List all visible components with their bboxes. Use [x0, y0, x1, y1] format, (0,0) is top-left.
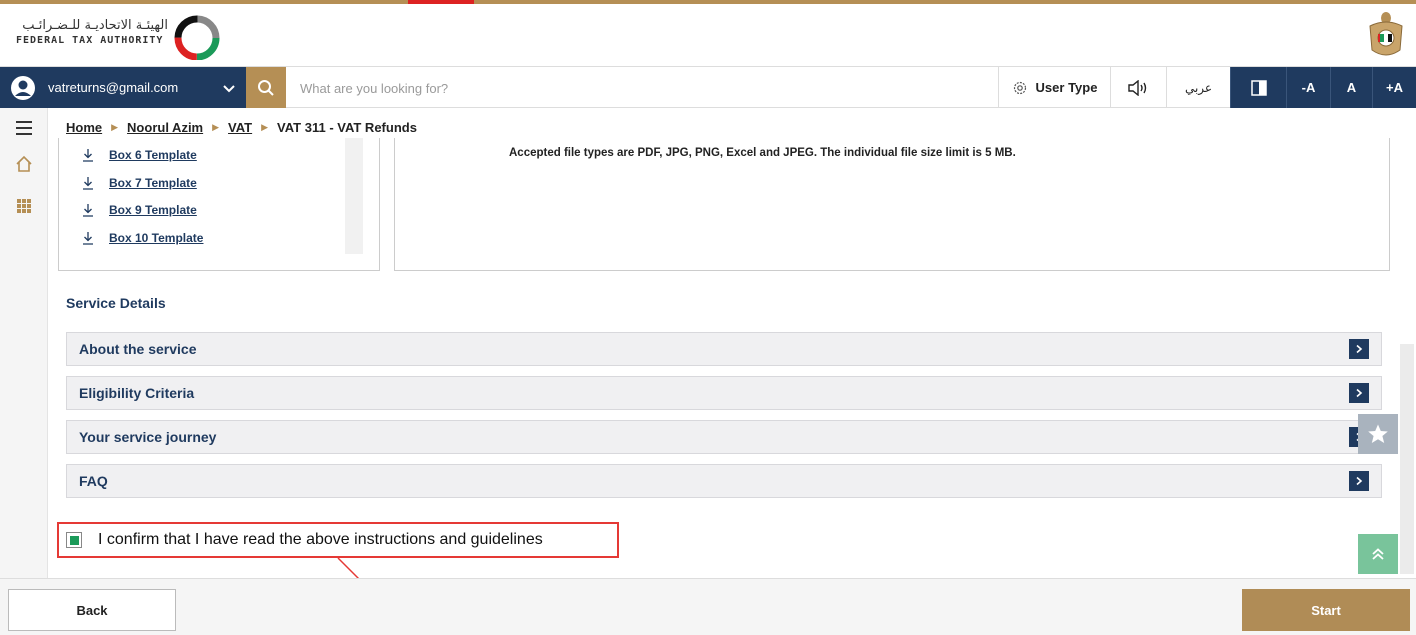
accordion-label: About the service: [79, 341, 197, 357]
template-link[interactable]: Box 6 Template: [109, 148, 197, 162]
font-decrease-button[interactable]: -A: [1286, 67, 1330, 108]
confirm-checkbox[interactable]: [66, 532, 82, 548]
accordion-label: FAQ: [79, 473, 108, 489]
chevron-right-icon[interactable]: [1349, 383, 1369, 403]
apps-grid-icon[interactable]: [14, 196, 34, 216]
hamburger-menu-icon[interactable]: [14, 118, 34, 138]
user-type-label: User Type: [1035, 80, 1098, 95]
speaker-icon: [1127, 79, 1146, 96]
breadcrumb-vat[interactable]: VAT: [228, 120, 252, 135]
font-normal-button[interactable]: A: [1330, 67, 1372, 108]
fta-logo-text[interactable]: الهيئـة الاتحاديـة للـضـرائـب FEDERAL TA…: [16, 18, 168, 48]
template-link[interactable]: Box 9 Template: [109, 203, 197, 217]
uae-emblem-icon: [1369, 12, 1403, 56]
logo-english-text: FEDERAL TAX AUTHORITY: [16, 35, 164, 46]
accordion-service-journey[interactable]: Your service journey: [66, 420, 1382, 454]
template-link[interactable]: Box 10 Template: [109, 231, 203, 245]
accordion-faq[interactable]: FAQ: [66, 464, 1382, 498]
template-item[interactable]: Box 10 Template: [81, 229, 203, 247]
action-footer: Back Start: [0, 578, 1416, 635]
start-button[interactable]: Start: [1242, 589, 1410, 631]
contrast-button[interactable]: [1230, 67, 1286, 108]
accordion-eligibility-criteria[interactable]: Eligibility Criteria: [66, 376, 1382, 410]
chevron-down-icon[interactable]: [222, 81, 236, 95]
page-scrollbar[interactable]: [1400, 108, 1416, 578]
accordion-label: Your service journey: [79, 429, 217, 445]
scroll-to-top-button[interactable]: [1358, 534, 1398, 574]
download-icon: [83, 149, 93, 162]
accepted-file-types-text: Accepted file types are PDF, JPG, PNG, E…: [509, 147, 1016, 159]
template-item[interactable]: Box 7 Template: [81, 174, 197, 192]
template-list-panel: Box 6 Template Box 7 Template Box 9 Temp…: [58, 138, 380, 271]
favorite-button[interactable]: [1358, 414, 1398, 454]
chevron-right-icon[interactable]: [1349, 339, 1369, 359]
download-icon: [83, 177, 93, 190]
accordion-label: Eligibility Criteria: [79, 385, 195, 401]
breadcrumb-separator-icon: ▶: [212, 121, 220, 132]
breadcrumb-home[interactable]: Home: [66, 120, 102, 135]
language-toggle[interactable]: عربي: [1166, 67, 1230, 108]
user-avatar-icon: [11, 75, 35, 100]
template-item[interactable]: Box 9 Template: [81, 201, 197, 219]
download-icon: [83, 204, 93, 217]
double-chevron-up-icon: [1372, 548, 1384, 560]
user-account-menu[interactable]: vatreturns@gmail.com: [0, 67, 246, 108]
breadcrumb-separator-icon: ▶: [261, 121, 269, 132]
star-icon: [1368, 424, 1388, 443]
confirm-label[interactable]: I confirm that I have read the above ins…: [98, 531, 543, 549]
breadcrumb: Home ▶ Noorul Azim ▶ VAT ▶ VAT 311 - VAT…: [66, 118, 417, 136]
accordion-about-service[interactable]: About the service: [66, 332, 1382, 366]
font-increase-button[interactable]: +A: [1372, 67, 1416, 108]
checkbox-checked-mark: [69, 535, 79, 545]
left-sidebar: [0, 108, 48, 578]
template-item[interactable]: Box 6 Template: [81, 146, 197, 164]
page-scrollbar-thumb[interactable]: [1400, 344, 1414, 574]
gear-icon: [1013, 81, 1026, 94]
breadcrumb-current: VAT 311 - VAT Refunds: [277, 119, 417, 135]
home-icon[interactable]: [14, 154, 34, 174]
search-button[interactable]: [246, 67, 286, 108]
fta-logo-icon[interactable]: [172, 12, 222, 60]
breadcrumb-separator-icon: ▶: [111, 121, 119, 132]
file-info-panel: Accepted file types are PDF, JPG, PNG, E…: [394, 138, 1390, 271]
breadcrumb-user[interactable]: Noorul Azim: [127, 120, 203, 135]
template-link[interactable]: Box 7 Template: [109, 176, 197, 190]
confirm-guidelines-row: I confirm that I have read the above ins…: [57, 522, 619, 558]
top-navbar: vatreturns@gmail.com User Type عربي -A A: [0, 66, 1416, 108]
search-icon: [258, 79, 274, 96]
contrast-icon: [1250, 79, 1267, 96]
template-list-scrollbar[interactable]: [345, 138, 363, 254]
text-to-speech-button[interactable]: [1110, 67, 1166, 108]
service-details-heading: Service Details: [66, 295, 166, 311]
chevron-right-icon[interactable]: [1349, 471, 1369, 491]
download-icon: [83, 232, 93, 245]
search-input[interactable]: [300, 75, 980, 101]
user-email: vatreturns@gmail.com: [48, 80, 179, 95]
logo-arabic-text: الهيئـة الاتحاديـة للـضـرائـب: [22, 18, 168, 33]
user-type-button[interactable]: User Type: [998, 67, 1110, 108]
site-header: الهيئـة الاتحاديـة للـضـرائـب FEDERAL TA…: [0, 4, 1416, 66]
back-button[interactable]: Back: [8, 589, 176, 631]
